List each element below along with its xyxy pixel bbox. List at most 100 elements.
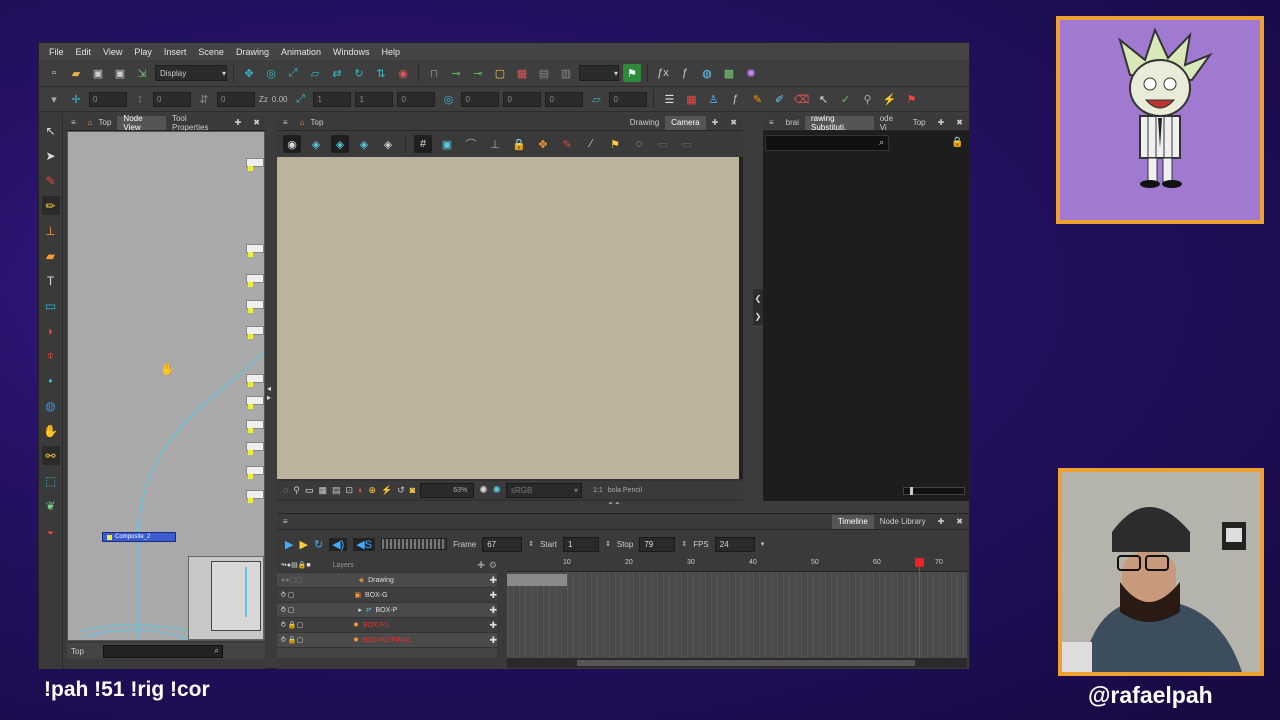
skew-icon[interactable]: ▱ xyxy=(587,90,605,108)
pencil-red-icon[interactable]: ✎ xyxy=(558,135,576,153)
paint-bucket-icon[interactable]: ◗ xyxy=(42,321,60,340)
add-icon[interactable]: ✚ xyxy=(489,605,497,616)
rig-tool-icon[interactable]: ⚑ xyxy=(623,64,641,82)
menu-icon[interactable]: ≡ xyxy=(277,515,294,529)
expand-icon[interactable]: ▸ xyxy=(358,606,362,614)
figure-icon[interactable]: ♙ xyxy=(704,90,722,108)
chevron-right-icon[interactable]: ❯ xyxy=(755,312,762,321)
save-icon[interactable]: ▣ xyxy=(89,64,107,82)
exposure-block[interactable] xyxy=(507,574,567,586)
menu-windows[interactable]: Windows xyxy=(327,47,376,57)
tab-drawing-substitution[interactable]: rawing Substituti. xyxy=(805,114,874,132)
function-curve-icon[interactable]: ƒ xyxy=(676,64,694,82)
add-tab-icon[interactable]: ✚ xyxy=(932,515,951,529)
playback-speed-slider[interactable] xyxy=(381,538,448,550)
frame-stepper-icon[interactable]: ⇕ xyxy=(528,540,534,548)
underlay-icon[interactable]: ◈ xyxy=(379,135,397,153)
library-splitter[interactable]: ❮ ❯ xyxy=(753,289,763,325)
camera-scrollbar[interactable] xyxy=(739,157,743,479)
node-stub[interactable] xyxy=(246,442,264,455)
paint-icon[interactable]: ✎ xyxy=(748,90,766,108)
frame-icon[interactable]: ▭ xyxy=(305,485,314,496)
stop-stepper-icon[interactable]: ⇕ xyxy=(681,540,687,548)
camera-canvas[interactable] xyxy=(277,157,739,479)
menu-icon[interactable]: ≡ xyxy=(277,116,294,130)
layer-row[interactable]: ⥁ 🔒▢ ✹ BOX-R2-FINAL ✚ xyxy=(277,633,497,648)
close-icon[interactable]: ✖ xyxy=(950,116,969,130)
zoom-field[interactable]: 63% xyxy=(420,482,475,498)
tab-top[interactable]: Top xyxy=(99,116,118,130)
add-tab-icon[interactable]: ✚ xyxy=(706,116,725,130)
tab-node-library[interactable]: Node Library xyxy=(874,515,932,529)
menu-view[interactable]: View xyxy=(97,47,128,57)
node-stub[interactable] xyxy=(246,274,264,287)
layer-toggles[interactable]: ●●▢▢ xyxy=(281,576,303,584)
node-stub[interactable] xyxy=(246,326,264,339)
offset-field[interactable]: 0 xyxy=(545,91,584,107)
function-icon[interactable]: ƒ xyxy=(726,90,744,108)
scale-icon[interactable]: ⤢ xyxy=(291,90,309,108)
chevron-left-icon[interactable]: ◂ xyxy=(267,384,275,393)
fps-field[interactable]: 24 xyxy=(714,536,755,552)
tab-node-view[interactable]: Node View xyxy=(117,114,166,132)
deform-icon[interactable]: ▦ xyxy=(513,64,531,82)
frame-cells[interactable] xyxy=(507,572,967,658)
display-select[interactable]: Display ▾ xyxy=(155,65,227,81)
scale-y-field[interactable]: 1 xyxy=(355,91,394,107)
menu-insert[interactable]: Insert xyxy=(158,47,193,57)
rectangle-icon[interactable]: ▭ xyxy=(42,296,60,315)
add-icon[interactable]: ✚ xyxy=(489,575,497,586)
tab-library[interactable]: brai xyxy=(780,116,805,130)
chevron-right-icon[interactable]: ▸ xyxy=(267,393,275,402)
grid-icon[interactable]: # xyxy=(414,135,432,153)
lock-icon[interactable]: 🔒 xyxy=(510,135,528,153)
eraser-icon[interactable]: ⌫ xyxy=(792,90,810,108)
close-icon[interactable]: ✖ xyxy=(950,515,969,529)
menu-file[interactable]: File xyxy=(43,47,70,57)
image-icon[interactable]: ▩ xyxy=(720,64,738,82)
table-icon[interactable]: ▤ xyxy=(332,485,341,496)
start-stepper-icon[interactable]: ⇕ xyxy=(605,540,611,548)
layer-toggles[interactable]: ⥁ ▢ xyxy=(281,591,294,599)
home-icon[interactable]: ⌂ xyxy=(294,116,311,130)
node-stub[interactable] xyxy=(246,374,264,387)
layer-row[interactable]: ●●▢▢ ◈ Drawing ✚ xyxy=(277,573,497,588)
tab-camera[interactable]: Camera xyxy=(665,115,706,130)
navigator-viewport[interactable] xyxy=(211,561,261,631)
skew-field[interactable]: 0 xyxy=(503,91,542,107)
node-stub[interactable] xyxy=(246,300,264,313)
skew-icon[interactable]: ▱ xyxy=(306,64,324,82)
fps-dropdown-icon[interactable]: ▾ xyxy=(761,540,765,548)
add-tab-icon[interactable]: ✚ xyxy=(932,116,951,130)
scale-icon[interactable]: ⤢ xyxy=(284,64,302,82)
slider-handle[interactable] xyxy=(910,487,913,495)
tab-tool-properties[interactable]: Tool Properties xyxy=(166,114,229,132)
wand-icon[interactable]: ⚡ xyxy=(880,90,898,108)
node-stub[interactable] xyxy=(246,244,264,257)
grid-icon[interactable]: ▦ xyxy=(318,485,327,496)
pin-icon[interactable]: ⚲ xyxy=(858,90,876,108)
node-stub[interactable] xyxy=(246,466,264,479)
marker-grey-icon[interactable]: ▭ xyxy=(678,135,696,153)
frame-ruler[interactable]: 10 20 30 40 50 60 70 xyxy=(507,558,967,572)
onion-skin-icon[interactable]: ◈ xyxy=(307,135,325,153)
sphere-icon[interactable]: ◍ xyxy=(42,396,60,415)
rotate-icon[interactable]: ↻ xyxy=(350,64,368,82)
menu-help[interactable]: Help xyxy=(376,47,407,57)
close-icon[interactable]: ✖ xyxy=(247,116,266,130)
composite-node[interactable]: Composite_2 xyxy=(102,532,176,542)
node-search-input[interactable]: ⌕ xyxy=(103,644,223,658)
select-arrow-icon[interactable]: ↖ xyxy=(42,121,60,140)
lock-icon[interactable]: ⊕ xyxy=(368,485,376,496)
eraser-icon[interactable]: ▰ xyxy=(42,246,60,265)
pivot-icon[interactable]: • xyxy=(42,371,60,390)
color-wheel-icon[interactable]: ✺ xyxy=(742,64,760,82)
home-icon[interactable]: ⌂ xyxy=(82,116,99,130)
layer-row[interactable]: ⥁ ▢ ▣ BOX-G ✚ xyxy=(277,588,497,603)
puzzle-icon[interactable]: ✥ xyxy=(534,135,552,153)
layer-toggles[interactable]: ⥁ 🔒▢ xyxy=(281,636,303,644)
morph-icon[interactable]: ◉ xyxy=(394,64,412,82)
start-field[interactable]: 1 xyxy=(562,536,599,552)
x-field[interactable]: 0 xyxy=(89,91,127,107)
library-search-input[interactable]: ⌕ xyxy=(765,135,889,151)
